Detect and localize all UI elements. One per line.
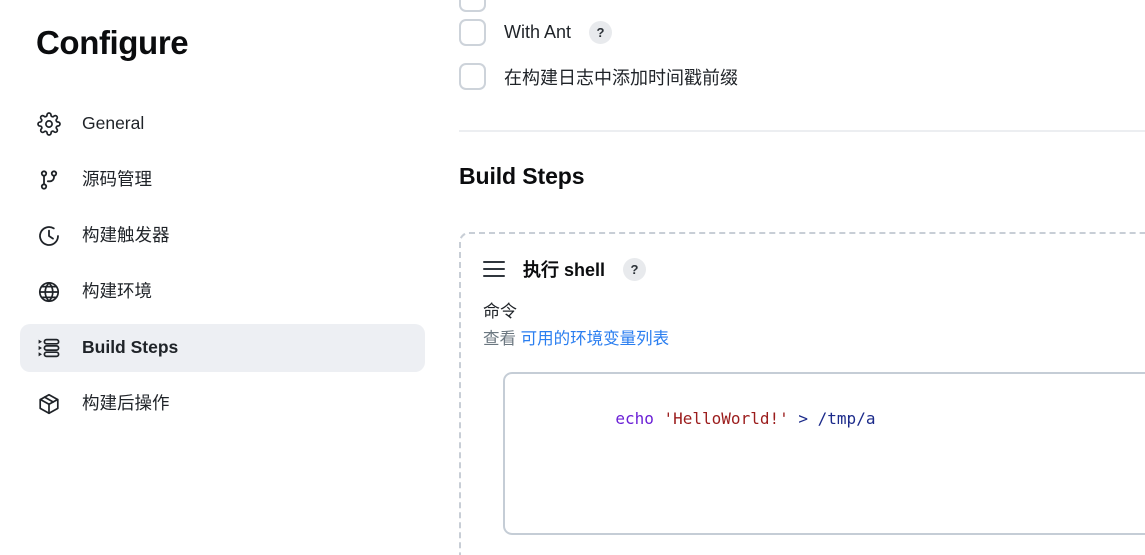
sidebar-item-post-build-actions[interactable]: 构建后操作: [20, 380, 425, 428]
configure-sidebar: Configure General 源码管理 构建触发器 构建环境 Build …: [0, 0, 440, 555]
page-title: Configure: [36, 24, 189, 61]
drag-handle-icon[interactable]: [483, 261, 505, 277]
checkbox-row-with-ant: With Ant ?: [459, 19, 613, 46]
build-step-title: 执行 shell: [523, 260, 606, 280]
sidebar-item-build-steps[interactable]: Build Steps: [20, 324, 425, 372]
checkbox-with-ant[interactable]: [459, 19, 486, 46]
token-path: /tmp/a: [817, 409, 876, 428]
list-icon: [36, 335, 62, 361]
sidebar-item-source-code-management[interactable]: 源码管理: [20, 156, 425, 204]
checkbox-label-with-ant: With Ant: [504, 22, 572, 42]
sidebar-item-label: General: [82, 113, 145, 134]
help-icon-with-ant[interactable]: ?: [589, 21, 613, 44]
clock-icon: [36, 223, 62, 249]
checkbox-label-timestamp-prefix: 在构建日志中添加时间戳前缀: [504, 67, 738, 88]
help-icon-execute-shell[interactable]: ?: [623, 257, 647, 281]
globe-icon: [36, 279, 62, 305]
checkbox-timestamp-prefix[interactable]: [459, 63, 486, 90]
configure-nav: General 源码管理 构建触发器 构建环境 Build Steps 构建后操…: [20, 100, 425, 436]
build-step-panel: 执行 shell ? 命令 查看 可用的环境变量列表 echo 'HelloWo…: [459, 232, 1145, 555]
checkbox-row-truncated: [459, 0, 504, 12]
sidebar-item-label: 源码管理: [82, 169, 152, 190]
build-step-header: 执行 shell ?: [483, 254, 1145, 284]
env-hint-prefix: 查看: [483, 330, 516, 349]
sidebar-item-general[interactable]: General: [20, 100, 425, 148]
section-divider: [459, 130, 1145, 132]
sidebar-item-build-environment[interactable]: 构建环境: [20, 268, 425, 316]
git-branch-icon: [36, 167, 62, 193]
checkbox-row-timestamp-prefix: 在构建日志中添加时间戳前缀: [459, 63, 738, 90]
token-command: echo: [615, 409, 654, 428]
build-steps-heading: Build Steps: [459, 163, 585, 189]
configure-main-content: With Ant ? 在构建日志中添加时间戳前缀 Build Steps 执行 …: [440, 0, 1145, 555]
token-string: 'HelloWorld!': [663, 409, 789, 428]
env-variables-hint: 查看 可用的环境变量列表: [483, 328, 1145, 350]
checkbox-truncated[interactable]: [459, 0, 486, 12]
sidebar-item-label: 构建后操作: [82, 393, 170, 414]
shell-command-line: echo 'HelloWorld!' > /tmp/a: [519, 386, 1145, 452]
token-operator: >: [798, 409, 809, 428]
sidebar-item-label: Build Steps: [82, 337, 179, 358]
configure-page: Configure General 源码管理 构建触发器 构建环境 Build …: [0, 0, 1145, 555]
package-icon: [36, 391, 62, 417]
sidebar-item-build-triggers[interactable]: 构建触发器: [20, 212, 425, 260]
env-variables-link[interactable]: 可用的环境变量列表: [521, 330, 670, 348]
shell-command-textarea[interactable]: echo 'HelloWorld!' > /tmp/a: [503, 372, 1145, 535]
sidebar-item-label: 构建环境: [82, 281, 152, 302]
sidebar-item-label: 构建触发器: [82, 225, 170, 246]
command-field-label: 命令: [483, 302, 517, 321]
gear-icon: [36, 111, 62, 137]
